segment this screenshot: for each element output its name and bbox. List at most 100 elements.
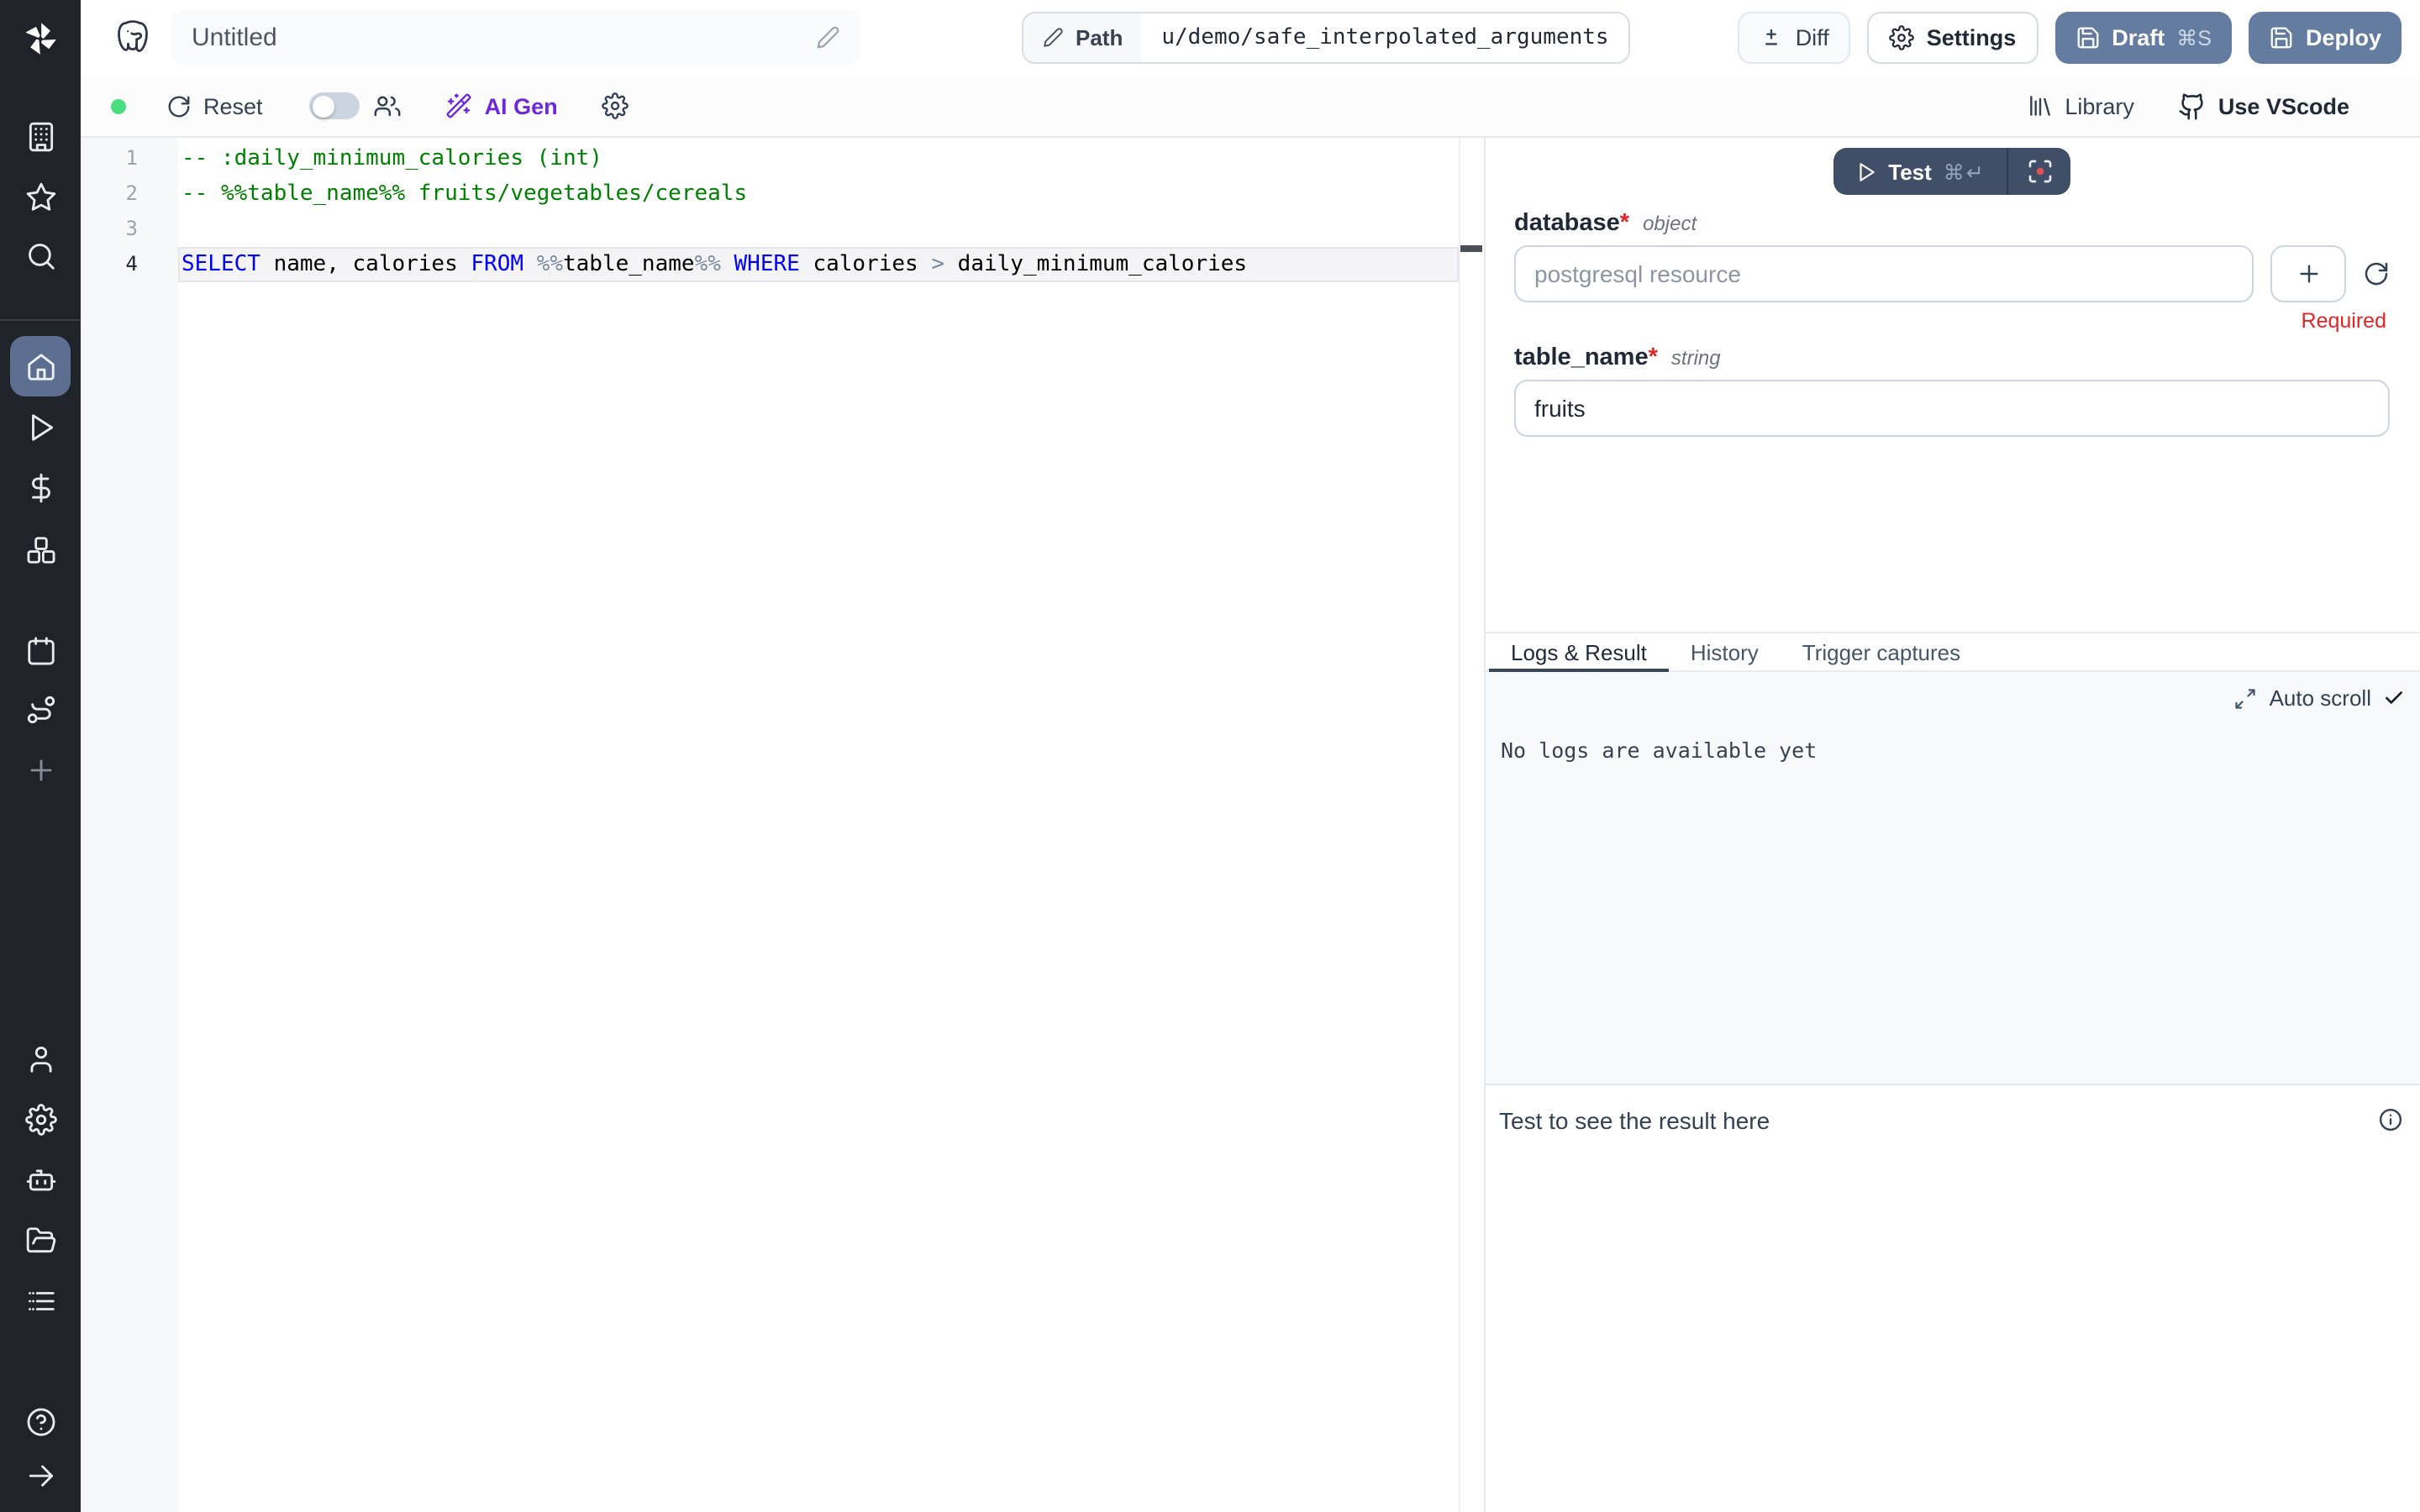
sidebar-item-schedules[interactable] xyxy=(0,628,81,672)
plus-minus-icon xyxy=(1760,26,1784,50)
library-label: Library xyxy=(2065,93,2134,118)
script-title: Untitled xyxy=(192,24,815,52)
plus-icon xyxy=(24,753,56,785)
boxes-icon xyxy=(24,533,56,565)
editor-overview-ruler[interactable] xyxy=(1459,138,1484,1512)
sidebar-item-variables[interactable] xyxy=(0,465,81,509)
editor-gutter xyxy=(81,138,178,1512)
draft-shortcut: ⌘S xyxy=(2176,25,2212,50)
auto-scroll-label[interactable]: Auto scroll xyxy=(2270,685,2371,711)
code-editor[interactable]: 1-- :daily_minimum_calories (int)2-- %%t… xyxy=(81,138,1484,1512)
sidebar-item-triggers[interactable] xyxy=(0,687,81,731)
code-line[interactable]: 4SELECT name, calories FROM %%table_name… xyxy=(81,247,1459,282)
wand-sparkles-icon xyxy=(446,92,473,119)
test-label: Test xyxy=(1888,159,1932,184)
reset-button[interactable]: Reset xyxy=(166,93,263,118)
users-icon xyxy=(374,92,402,120)
sidebar-item-search[interactable] xyxy=(0,234,81,277)
bot-icon xyxy=(24,1163,56,1195)
tab-history[interactable]: History xyxy=(1669,633,1781,670)
code-line[interactable]: 3 xyxy=(81,212,1459,247)
editor-settings-button[interactable] xyxy=(602,92,629,119)
result-empty-message: Test to see the result here xyxy=(1499,1107,1770,1134)
field-type-database: object xyxy=(1643,212,1697,235)
code-text[interactable]: -- %%table_name%% fruits/vegetables/cere… xyxy=(178,176,1459,212)
sidebar-item-audit-logs[interactable] xyxy=(0,1278,81,1322)
folder-open-icon xyxy=(24,1224,56,1256)
collaboration-toggle[interactable] xyxy=(310,92,360,119)
line-number: 3 xyxy=(81,212,178,247)
diff-label: Diff xyxy=(1796,25,1829,50)
sidebar-item-home[interactable] xyxy=(0,336,81,396)
deploy-button[interactable]: Deploy xyxy=(2249,12,2402,64)
github-icon xyxy=(2178,92,2207,120)
logs-pane: Auto scroll No logs are available yet xyxy=(1486,672,2420,1084)
ai-gen-button[interactable]: AI Gen xyxy=(446,92,558,119)
user-icon xyxy=(24,1042,56,1074)
tab-trigger-captures[interactable]: Trigger captures xyxy=(1781,633,1982,670)
check-icon[interactable] xyxy=(2383,687,2405,709)
run-panel-inputs: Test ⌘↵ database* object xyxy=(1486,138,2420,632)
overview-ruler-marker xyxy=(1460,245,1482,252)
sidebar-item-favorites[interactable] xyxy=(0,175,81,218)
refresh-icon xyxy=(2363,260,2390,287)
windmill-logo-icon[interactable] xyxy=(0,18,81,59)
plus-icon xyxy=(2295,260,2322,287)
sidebar xyxy=(0,0,81,1512)
collaborators-button[interactable] xyxy=(374,92,402,120)
table-name-input[interactable] xyxy=(1514,380,2390,437)
tab-logs-result[interactable]: Logs & Result xyxy=(1489,633,1669,670)
expand-icon xyxy=(2234,686,2258,710)
sidebar-item-folders[interactable] xyxy=(0,1218,81,1262)
required-error: Required xyxy=(1514,309,2390,333)
code-text[interactable] xyxy=(178,212,1459,247)
refresh-icon xyxy=(166,93,192,118)
edit-title-pencil-icon[interactable] xyxy=(815,25,840,50)
library-button[interactable]: Library xyxy=(2026,92,2134,119)
field-name-table-name: table_name* xyxy=(1514,344,1658,371)
code-line[interactable]: 2-- %%table_name%% fruits/vegetables/cer… xyxy=(81,176,1459,212)
gear-icon xyxy=(1890,25,1915,50)
sidebar-item-expand[interactable] xyxy=(0,1453,81,1497)
draft-label: Draft xyxy=(2112,25,2165,50)
draft-button[interactable]: Draft ⌘S xyxy=(2054,12,2232,64)
capture-button[interactable] xyxy=(2009,148,2071,195)
arrow-right-icon xyxy=(24,1459,56,1491)
result-pane: Test to see the result here xyxy=(1486,1084,2420,1512)
add-resource-button[interactable] xyxy=(2270,245,2346,302)
required-asterisk: * xyxy=(1620,210,1629,237)
use-vscode-button[interactable]: Use VScode xyxy=(2178,92,2349,120)
test-button[interactable]: Test ⌘↵ xyxy=(1833,148,2007,195)
path-value: u/demo/safe_interpolated_arguments xyxy=(1141,13,1628,62)
search-icon xyxy=(24,239,56,271)
diff-button[interactable]: Diff xyxy=(1739,12,1851,64)
sidebar-item-runs[interactable] xyxy=(0,405,81,449)
database-input[interactable] xyxy=(1514,245,2254,302)
sidebar-item-resources[interactable] xyxy=(0,528,81,571)
topbar: Untitled Path u/demo/safe_interpolated_a… xyxy=(81,0,2420,76)
expand-logs-button[interactable] xyxy=(2234,686,2258,710)
sidebar-item-account[interactable] xyxy=(0,1037,81,1080)
logs-empty-message: No logs are available yet xyxy=(1501,738,2405,763)
refresh-resources-button[interactable] xyxy=(2363,260,2390,287)
test-shortcut: ⌘↵ xyxy=(1944,159,1986,184)
path-button[interactable]: Path u/demo/safe_interpolated_arguments xyxy=(1022,12,1631,64)
sidebar-item-create[interactable] xyxy=(0,748,81,791)
info-icon[interactable] xyxy=(2378,1107,2403,1132)
script-title-field[interactable]: Untitled xyxy=(171,10,860,66)
ai-gen-label: AI Gen xyxy=(485,93,558,118)
sidebar-item-workers[interactable] xyxy=(0,1158,81,1201)
editor-toolbar: Reset AI Gen Library Use VScode xyxy=(81,76,2420,138)
code-text[interactable]: -- :daily_minimum_calories (int) xyxy=(178,141,1459,176)
settings-button[interactable]: Settings xyxy=(1868,12,2039,64)
edit-path-pencil-icon xyxy=(1042,27,1064,49)
line-number: 4 xyxy=(81,247,178,282)
save-icon xyxy=(2075,25,2100,50)
play-icon xyxy=(24,411,56,443)
help-circle-icon xyxy=(24,1405,56,1437)
sidebar-item-help[interactable] xyxy=(0,1399,81,1443)
sidebar-item-settings[interactable] xyxy=(0,1097,81,1141)
code-line[interactable]: 1-- :daily_minimum_calories (int) xyxy=(81,141,1459,176)
code-text[interactable]: SELECT name, calories FROM %%table_name%… xyxy=(178,247,1459,282)
sidebar-item-workspace[interactable] xyxy=(0,114,81,158)
